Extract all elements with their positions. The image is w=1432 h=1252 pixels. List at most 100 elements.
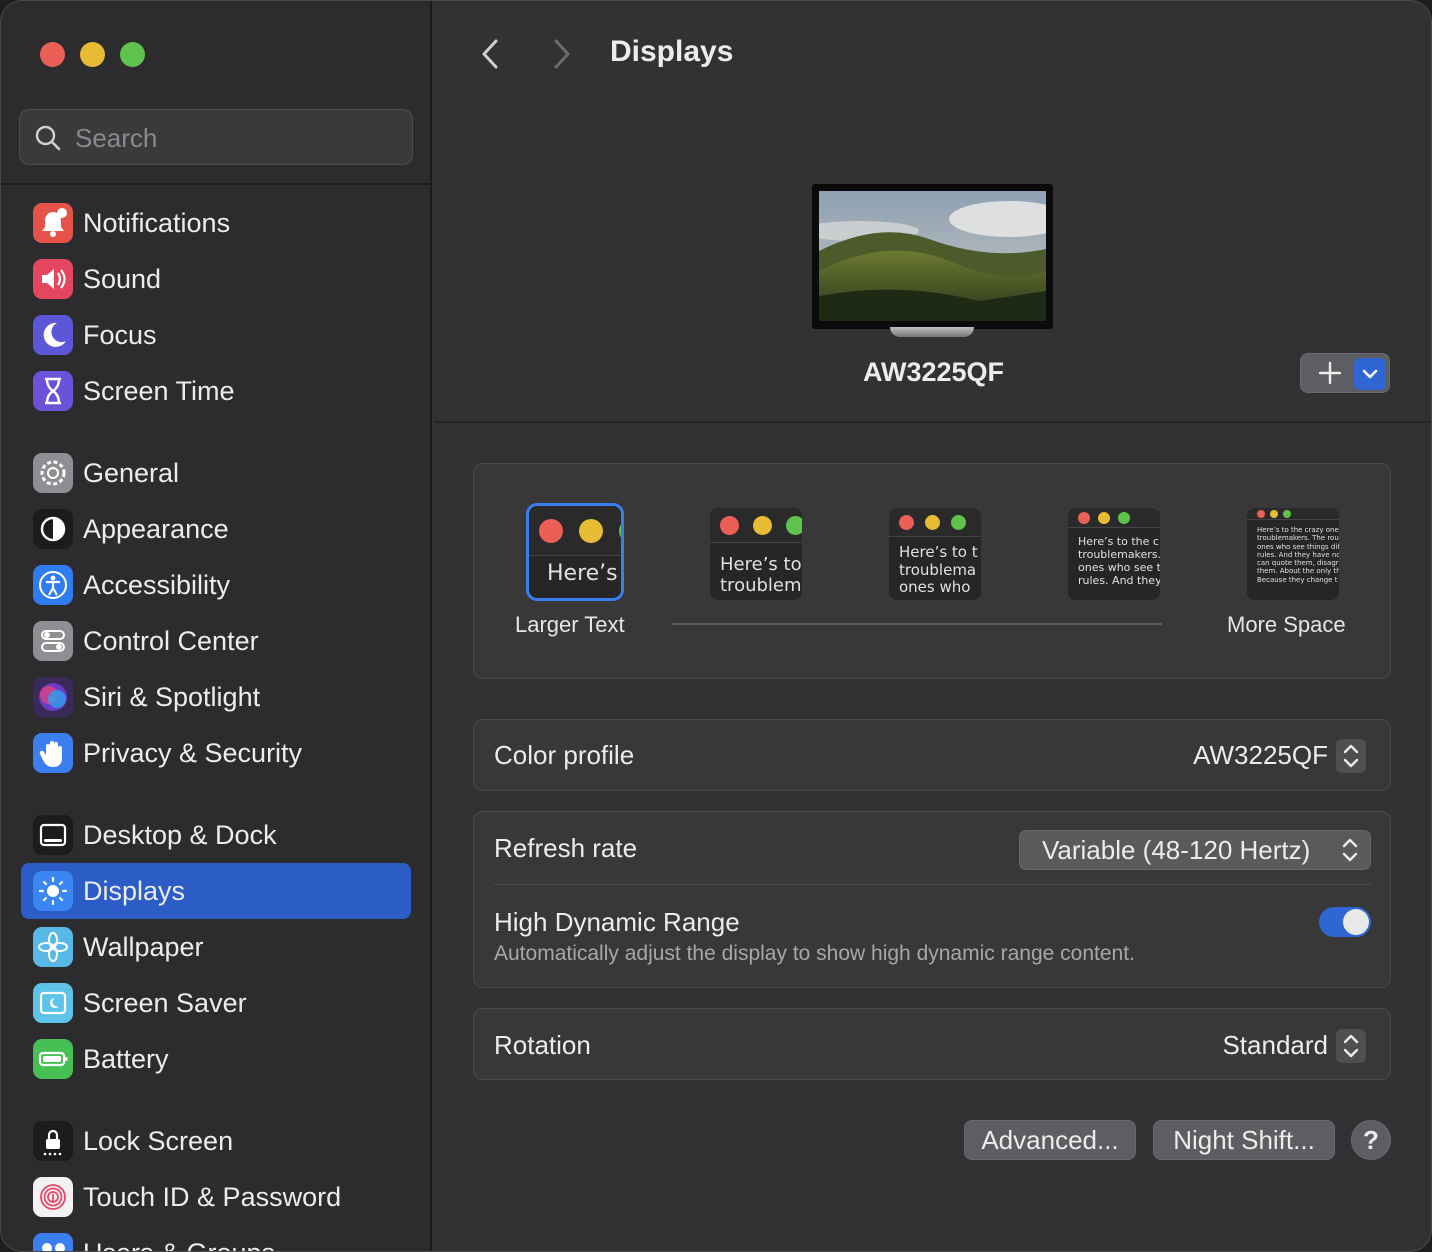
- sidebar-item-screen-time[interactable]: Screen Time: [21, 363, 411, 419]
- color-profile-label: Color profile: [494, 740, 635, 770]
- sidebar-item-label: Accessibility: [83, 570, 231, 600]
- sidebar-item-screen-saver[interactable]: Screen Saver: [21, 975, 411, 1031]
- traffic-light-dot: [1270, 510, 1278, 518]
- back-chevron-icon[interactable]: [476, 37, 506, 71]
- hdr-description: Automatically adjust the display to show…: [494, 942, 1135, 965]
- sidebar-item-sound[interactable]: Sound: [21, 251, 411, 307]
- sidebar-item-lock-screen[interactable]: Lock Screen: [21, 1113, 411, 1169]
- updown-chevron-icon[interactable]: [1336, 1029, 1366, 1063]
- resolution-slider-track: [672, 623, 1162, 625]
- sidebar-item-label: Control Center: [83, 626, 259, 656]
- section-divider: [434, 421, 1431, 423]
- display-thumbnail[interactable]: [812, 184, 1053, 329]
- sidebar-item-appearance[interactable]: Appearance: [21, 501, 411, 557]
- toggle-knob: [1343, 909, 1369, 935]
- gear-icon: [33, 453, 73, 493]
- sidebar-item-wallpaper[interactable]: Wallpaper: [21, 919, 411, 975]
- sidebar-item-siri-spotlight[interactable]: Siri & Spotlight: [21, 669, 411, 725]
- traffic-light-dot: [753, 516, 772, 535]
- updown-chevron-icon[interactable]: [1336, 739, 1366, 773]
- sidebar-item-label: Appearance: [83, 514, 229, 544]
- speaker-icon: [33, 259, 73, 299]
- hourglass-icon: [33, 371, 73, 411]
- sidebar-item-desktop-dock[interactable]: Desktop & Dock: [21, 807, 411, 863]
- flower-icon: [33, 927, 73, 967]
- traffic-light-dot: [786, 516, 802, 535]
- lock-icon: [33, 1121, 73, 1161]
- accessibility-icon: [33, 565, 73, 605]
- forward-chevron-icon[interactable]: [546, 37, 576, 71]
- settings-window: Search Notifications Sound Focus Screen Tim…: [0, 0, 1432, 1252]
- color-profile-row: Color profile AW3225QF: [473, 719, 1391, 791]
- traffic-light-dot: [720, 516, 739, 535]
- wallpaper-preview-image: [819, 191, 1046, 321]
- hdr-toggle[interactable]: [1319, 907, 1371, 937]
- sample-text: Here’s to troublem: [720, 554, 802, 597]
- close-button[interactable]: [40, 42, 65, 67]
- sidebar-item-focus[interactable]: Focus: [21, 307, 411, 363]
- hdr-label: High Dynamic Range: [494, 907, 740, 937]
- battery-icon: [33, 1039, 73, 1079]
- resolution-option[interactable]: Here’s to the crazy one troublemakers. T…: [1247, 508, 1339, 600]
- toggles-icon: [33, 621, 73, 661]
- search-field[interactable]: Search: [19, 109, 413, 165]
- rotation-value[interactable]: Standard: [1222, 1030, 1328, 1061]
- resolution-option[interactable]: Here’s: [526, 503, 624, 601]
- sidebar-item-displays[interactable]: Displays: [21, 863, 411, 919]
- sidebar-item-users-groups[interactable]: Users & Groups: [21, 1225, 411, 1251]
- chevron-down-icon[interactable]: [1354, 358, 1386, 390]
- night-shift-button[interactable]: Night Shift...: [1153, 1120, 1335, 1160]
- resolution-option[interactable]: Here’s to troublem: [710, 508, 802, 600]
- sidebar-item-privacy-security[interactable]: Privacy & Security: [21, 725, 411, 781]
- more-space-label: More Space: [1227, 612, 1346, 637]
- sidebar-item-label: Screen Saver: [83, 988, 247, 1018]
- siri-icon: [33, 677, 73, 717]
- refresh-rate-label: Refresh rate: [494, 833, 638, 863]
- sidebar-item-notifications[interactable]: Notifications: [21, 195, 411, 251]
- add-display-button[interactable]: [1300, 353, 1390, 393]
- refresh-rate-popup[interactable]: Variable (48-120 Hertz): [1019, 830, 1371, 870]
- display-arrangement: AW3225QF: [434, 101, 1431, 421]
- sidebar-item-label: Privacy & Security: [83, 738, 303, 768]
- search-input[interactable]: Search: [75, 123, 157, 154]
- sidebar-item-label: Touch ID & Password: [83, 1182, 342, 1212]
- resolution-card: Here’s Here’s to troublem Here’s to t trou…: [473, 463, 1391, 679]
- larger-text-label: Larger Text: [515, 612, 625, 637]
- color-profile-value[interactable]: AW3225QF: [1193, 740, 1328, 771]
- sidebar-item-label: Battery: [83, 1044, 169, 1074]
- search-icon: [35, 125, 61, 151]
- users-icon: [33, 1233, 73, 1251]
- resolution-option[interactable]: Here’s to t troublema ones who: [889, 508, 981, 600]
- sample-text: Here’s to the crazy one troublemakers. T…: [1257, 526, 1339, 584]
- sidebar-item-battery[interactable]: Battery: [21, 1031, 411, 1087]
- plus-icon: [1318, 361, 1342, 385]
- rotation-row: Rotation Standard: [473, 1008, 1391, 1080]
- sidebar-item-general[interactable]: General: [21, 445, 411, 501]
- screensaver-icon: [33, 983, 73, 1023]
- resolution-option[interactable]: Here’s to the cr troublemakers. ones who…: [1068, 508, 1160, 600]
- traffic-light-dot: [1283, 510, 1291, 518]
- row-divider: [494, 884, 1372, 885]
- bell-badge-icon: [33, 203, 73, 243]
- minimize-button[interactable]: [80, 42, 105, 67]
- updown-chevron-icon: [1342, 838, 1358, 862]
- sidebar: Search Notifications Sound Focus Screen Tim…: [1, 1, 432, 1251]
- sidebar-item-label: General: [83, 458, 180, 488]
- sidebar-item-label: Notifications: [83, 208, 231, 238]
- hand-icon: [33, 733, 73, 773]
- sidebar-item-label: Wallpaper: [83, 932, 204, 962]
- sidebar-item-label: Focus: [83, 320, 157, 350]
- sidebar-item-label: Desktop & Dock: [83, 820, 277, 850]
- window-controls: [40, 42, 145, 67]
- advanced-button[interactable]: Advanced...: [964, 1120, 1136, 1160]
- help-button[interactable]: ?: [1351, 1120, 1391, 1160]
- sidebar-item-control-center[interactable]: Control Center: [21, 613, 411, 669]
- sidebar-item-label: Screen Time: [83, 376, 235, 406]
- sidebar-item-touch-id-password[interactable]: Touch ID & Password: [21, 1169, 411, 1225]
- traffic-light-dot: [951, 515, 966, 530]
- sidebar-item-accessibility[interactable]: Accessibility: [21, 557, 411, 613]
- traffic-light-dot: [539, 519, 563, 543]
- zoom-button[interactable]: [120, 42, 145, 67]
- traffic-light-dot: [1078, 512, 1090, 524]
- sidebar-item-label: Lock Screen: [83, 1126, 234, 1156]
